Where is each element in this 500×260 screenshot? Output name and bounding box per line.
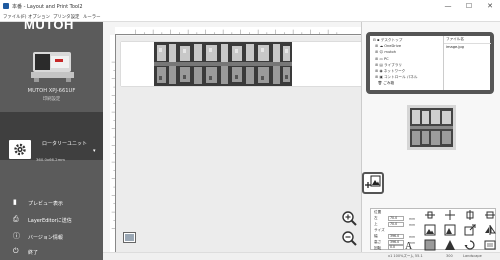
unit-settings-button[interactable] [9, 140, 31, 159]
zoom-in-icon[interactable] [341, 210, 357, 226]
image-thumbnail-icon[interactable] [123, 232, 136, 243]
align-left-icon[interactable] [424, 209, 436, 221]
chevron-down-icon[interactable]: ▾ [93, 148, 96, 154]
flip-icon[interactable] [484, 224, 496, 236]
status-dpi: 300 [446, 254, 453, 258]
preview-icon: ▮ [13, 198, 17, 206]
send-button-label: LayerEditorに送信 [28, 218, 72, 224]
align-vertical-icon[interactable] [484, 209, 496, 221]
tree-item-recycle-bin[interactable]: 🗑 ごみ箱 [373, 80, 417, 86]
unit-label: ロータリーユニット [42, 141, 88, 147]
prop-position-label: 位置 [374, 210, 382, 214]
printer-image [31, 52, 74, 82]
minimize-button[interactable]: — [441, 1, 455, 11]
placed-image[interactable] [154, 42, 292, 86]
file-list-header: ファイル名 [444, 36, 491, 44]
power-icon: ⏻ [13, 247, 19, 255]
triangle-icon[interactable] [444, 239, 456, 251]
file-browser: ⊟ ▪ デスクトップ ⊞ ☁ OneDrive ⊞ ☺ mutoh ⊞ ▭ PC… [366, 32, 494, 94]
prop-rotation-label: 回転 [374, 246, 382, 250]
add-image-icon [365, 175, 381, 188]
color-swatch-icon[interactable] [424, 239, 436, 251]
title-bar: 本番 - Layout and Print Tool2 — ☐ ✕ [0, 0, 500, 12]
window-title: 本番 - Layout and Print Tool2 [12, 4, 83, 10]
folder-tree: ⊟ ▪ デスクトップ ⊞ ☁ OneDrive ⊞ ☺ mutoh ⊞ ▭ PC… [373, 37, 417, 87]
menu-bar: ファイル(F) オプション プリンタ設定 ルーラー [0, 12, 500, 22]
frame-icon[interactable] [484, 239, 496, 251]
fill-image-icon[interactable] [444, 224, 456, 236]
status-mode: Landscape [463, 254, 482, 258]
file-list: ファイル名 image.jpg [443, 36, 491, 90]
app-icon [3, 3, 9, 9]
close-button[interactable]: ✕ [483, 1, 497, 11]
prop-left-label: 左 [374, 216, 378, 220]
image-preview [407, 105, 456, 150]
text-icon[interactable]: A [403, 239, 415, 251]
status-zoom: x1 100%ズーム 55.1 [388, 254, 423, 258]
width-field[interactable]: 396.0 [388, 234, 404, 239]
horizontal-ruler [115, 27, 361, 35]
preview-button[interactable]: ▮ プレビュー表示 [0, 195, 103, 212]
status-bar: x1 100%ズーム 55.1 300 Landscape [103, 252, 500, 260]
info-icon: ⓘ [13, 232, 20, 240]
prop-top-label: 上 [374, 222, 378, 226]
prop-width-label: 幅 [374, 234, 378, 238]
zoom-out-icon[interactable] [341, 230, 357, 246]
printer-model: MUTOH XPJ-661UF [27, 88, 76, 94]
prop-height-label: 高さ [374, 240, 382, 244]
add-image-button[interactable] [362, 172, 384, 194]
rotation-field[interactable]: 0.0 [388, 245, 404, 250]
brand-logo: MUTOH [24, 17, 74, 32]
maximize-button[interactable]: ☐ [462, 1, 476, 11]
send-to-layereditor-button[interactable]: ⎙ LayerEditorに送信 [0, 212, 103, 229]
menu-ruler[interactable]: ルーラー [83, 14, 101, 20]
align-center-icon[interactable] [444, 209, 456, 221]
preview-button-label: プレビュー表示 [28, 201, 64, 207]
top-field[interactable]: 70.0 [388, 222, 404, 227]
prop-size-label: サイズ [374, 228, 385, 232]
file-item[interactable]: image.jpg [444, 44, 491, 50]
unit-size: 360.0x66.2mm [36, 157, 65, 162]
menu-file[interactable]: ファイル(F) [3, 14, 27, 20]
version-button-label: バージョン情報 [28, 235, 63, 241]
top-unit: mm [409, 223, 416, 227]
send-icon: ⎙ [13, 215, 19, 223]
fit-image-icon[interactable] [424, 224, 436, 236]
exit-button-label: 終了 [28, 250, 39, 256]
printer-status: 印刷設定 [42, 97, 61, 102]
export-icon[interactable] [464, 224, 476, 236]
align-right-icon[interactable] [464, 209, 476, 221]
gear-icon [14, 143, 26, 156]
svg-text:A: A [405, 241, 413, 251]
rotate-icon[interactable] [464, 239, 476, 251]
exit-button[interactable]: ⏻ 終了 [0, 244, 103, 260]
left-field[interactable]: 70.0 [388, 216, 404, 221]
left-unit: mm [409, 217, 416, 221]
